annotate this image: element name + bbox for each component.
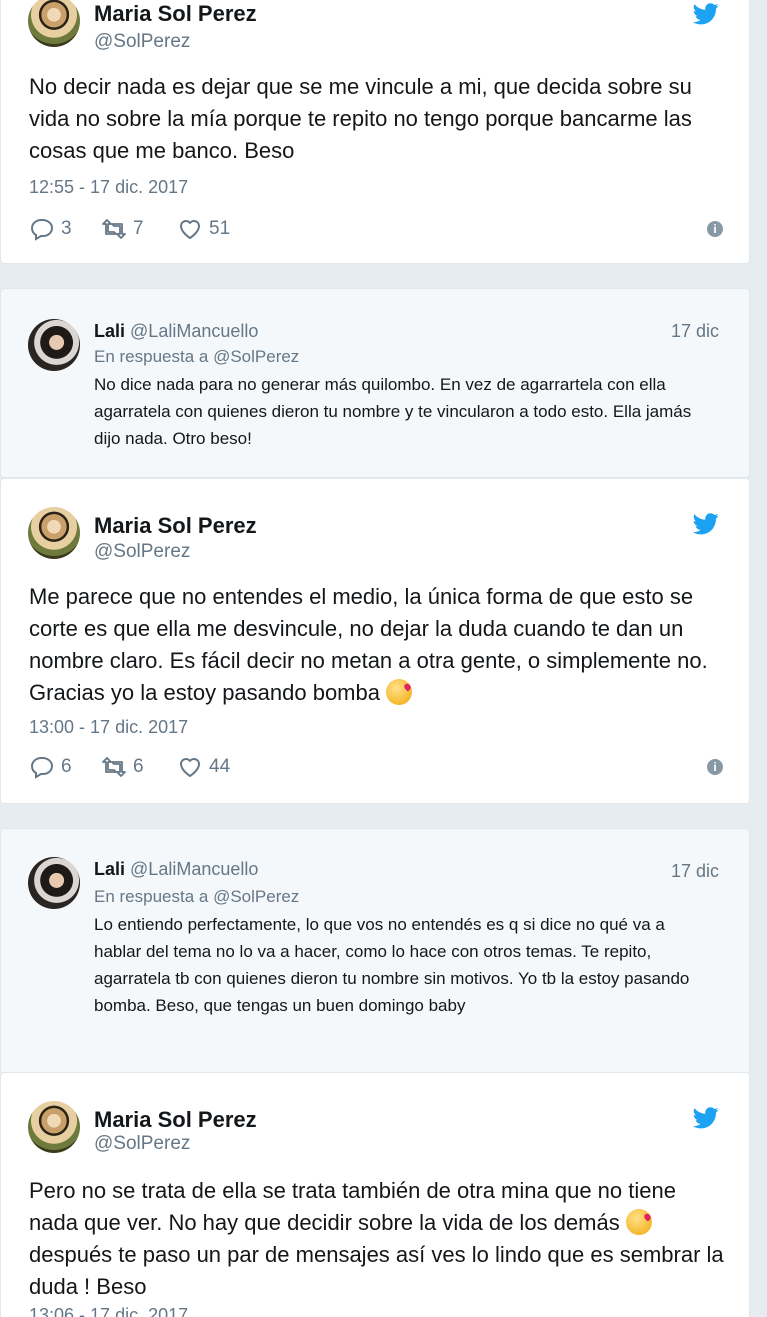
tweet-timestamp[interactable]: 13:06 - 17 dic. 2017 [29,1305,188,1317]
avatar[interactable] [28,857,80,909]
like-count: 44 [209,756,231,777]
heart-icon [180,758,200,777]
kiss-emoji [386,679,413,705]
heart-icon [180,220,200,239]
retweet-count: 7 [133,218,144,239]
reply-author[interactable]: Lali @LaliMancuello [94,859,258,880]
like-count: 51 [209,218,231,239]
info-icon[interactable]: i [707,759,723,775]
tweet-text: Me parece que no entendes el medio, la ú… [29,581,729,709]
reply-date[interactable]: 17 dic [671,321,719,342]
reply-count: 3 [61,218,72,239]
reply-author[interactable]: Lali @LaliMancuello [94,321,258,342]
twitter-bird-icon[interactable] [693,513,719,535]
reply-author-name: Lali [94,321,126,341]
retweet-count: 6 [133,756,144,777]
like-button[interactable]: 44 [177,755,230,779]
retweet-icon [102,219,126,239]
reply-text: Lo entiendo perfectamente, lo que vos no… [94,915,690,1015]
tweet-card[interactable]: Maria Sol Perez @SolPerez Me parece que … [0,478,750,804]
author-handle[interactable]: @SolPerez [94,31,190,53]
in-reply-to[interactable]: En respuesta a @SolPerez [94,887,299,907]
like-button[interactable]: 51 [177,217,230,241]
tweet-timestamp[interactable]: 12:55 - 17 dic. 2017 [29,177,188,198]
reply-text: No dice nada para no generar más quilomb… [94,375,692,448]
reply-author-handle: @LaliMancuello [130,321,259,341]
kiss-emoji [625,1209,652,1235]
author-name[interactable]: Maria Sol Perez [94,1107,257,1133]
reply-bubble-icon [30,219,54,241]
retweet-button[interactable]: 6 [101,755,144,779]
avatar[interactable] [28,507,80,559]
reply-bubble-icon [30,757,54,779]
retweet-icon [102,757,126,777]
reply-author-name: Lali [94,859,126,879]
author-handle[interactable]: @SolPerez [94,1133,190,1155]
tweet-text: Pero no se trata de ella se trata tambié… [29,1175,729,1303]
reply-button[interactable]: 3 [29,217,72,241]
in-reply-to[interactable]: En respuesta a @SolPerez [94,347,299,367]
reply-author-handle: @LaliMancuello [130,859,259,879]
tweet-text-body-b: después te paso un par de mensajes así v… [29,1242,724,1299]
reply-count: 6 [61,756,72,777]
author-handle[interactable]: @SolPerez [94,541,190,563]
tweet-actions: 3 7 51 i [29,217,729,243]
tweet-actions: 6 6 44 i [29,755,729,781]
author-name[interactable]: Maria Sol Perez [94,1,257,27]
twitter-bird-icon[interactable] [693,3,719,25]
info-icon[interactable]: i [707,221,723,237]
avatar[interactable] [28,319,80,371]
tweet-text-body: Me parece que no entendes el medio, la ú… [29,584,708,705]
reply-date[interactable]: 17 dic [671,861,719,882]
tweet-text-body-a: Pero no se trata de ella se trata tambié… [29,1178,676,1235]
reply-card[interactable]: Lali @LaliMancuello 17 dic En respuesta … [0,828,750,1074]
tweet-timestamp[interactable]: 13:00 - 17 dic. 2017 [29,717,188,738]
tweet-card[interactable]: Maria Sol Perez @SolPerez Pero no se tra… [0,1072,750,1317]
reply-card[interactable]: Lali @LaliMancuello 17 dic En respuesta … [0,288,750,478]
twitter-bird-icon[interactable] [693,1107,719,1129]
avatar[interactable] [28,0,80,47]
avatar[interactable] [28,1101,80,1153]
tweet-text: No decir nada es dejar que se me vincule… [29,74,692,163]
retweet-button[interactable]: 7 [101,217,144,241]
author-name[interactable]: Maria Sol Perez [94,513,257,539]
reply-button[interactable]: 6 [29,755,72,779]
tweet-card[interactable]: Maria Sol Perez @SolPerez No decir nada … [0,0,750,264]
